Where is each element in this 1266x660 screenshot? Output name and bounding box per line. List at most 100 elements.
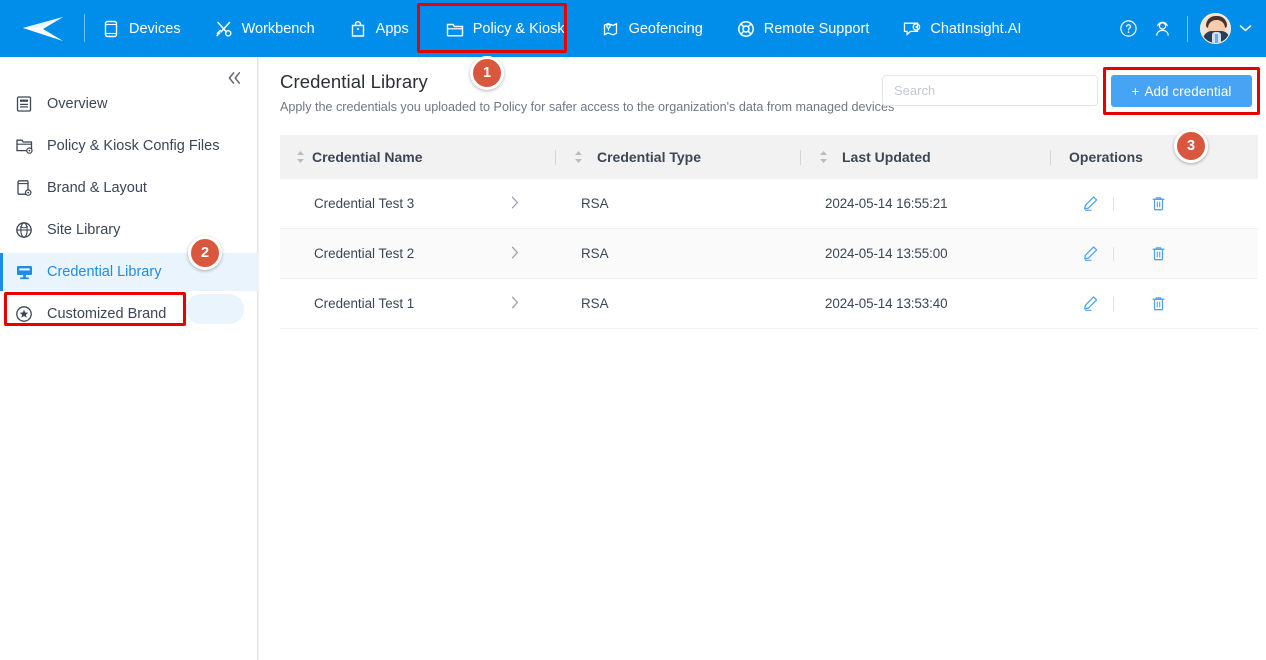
page-header: Credential Library Apply the credentials… [259, 57, 1266, 115]
trash-icon [1152, 197, 1164, 211]
table-row[interactable]: Credential Test 1 RSA 2024-05-14 13:53:4… [280, 279, 1258, 329]
search-box[interactable] [882, 75, 1098, 106]
pencil-icon [1083, 296, 1097, 311]
column-header-label: Credential Name [312, 149, 423, 165]
tools-icon [215, 20, 233, 38]
chat-target-icon [903, 20, 921, 38]
pencil-icon [1083, 196, 1097, 211]
nav-item-devices[interactable]: Devices [85, 0, 198, 57]
cell-operations [1050, 244, 1258, 264]
cell-credential-name: Credential Test 1 [280, 296, 555, 312]
add-credential-button[interactable]: + Add credential [1111, 75, 1252, 107]
delete-credential-button[interactable] [1148, 194, 1168, 214]
trash-icon [1152, 247, 1164, 261]
trash-icon [1152, 297, 1164, 311]
chevron-right-icon[interactable] [511, 296, 519, 312]
account-menu-button[interactable] [1239, 24, 1252, 33]
table-row[interactable]: Credential Test 2 RSA 2024-05-14 13:55:0… [280, 229, 1258, 279]
avatar[interactable] [1200, 13, 1231, 44]
folder-gear-icon [14, 136, 34, 156]
top-nav-right-actions [1111, 0, 1266, 57]
column-header-last-updated[interactable]: Last Updated [800, 135, 1050, 179]
sidebar-active-pill [186, 294, 244, 324]
delete-credential-button[interactable] [1148, 294, 1168, 314]
credential-name-text: Credential Test 2 [314, 246, 415, 261]
sort-icon[interactable] [574, 150, 583, 164]
cell-last-updated: 2024-05-14 13:55:00 [825, 246, 948, 261]
nav-item-label: Policy & Kiosk [472, 20, 565, 37]
add-credential-label: Add credential [1144, 83, 1232, 99]
headset-user-icon [1155, 21, 1169, 36]
page-body: Overview Policy & Kiosk Config Files Bra… [0, 57, 1266, 660]
phone-icon [102, 20, 120, 38]
operations-divider [1113, 296, 1114, 311]
header-divider [555, 149, 556, 165]
lifebuoy-icon [737, 20, 755, 38]
operations-divider [1113, 246, 1114, 261]
edit-credential-button[interactable] [1080, 244, 1100, 264]
page-title: Credential Library [280, 71, 428, 92]
credential-name-text: Credential Test 1 [314, 296, 415, 311]
device-gear-icon [14, 178, 34, 198]
edit-credential-button[interactable] [1080, 194, 1100, 214]
step-badge-1: 1 [470, 56, 504, 90]
top-navigation-bar: Devices Workbench Apps Policy & Kiosk Ge [0, 0, 1266, 57]
monitor-icon [14, 262, 34, 282]
chevron-right-icon[interactable] [511, 196, 519, 212]
search-input[interactable] [894, 83, 1086, 98]
column-header-credential-type[interactable]: Credential Type [555, 135, 800, 179]
sidebar-item-policy-kiosk-config-files[interactable]: Policy & Kiosk Config Files [0, 127, 258, 165]
sidebar-item-label: Brand & Layout [47, 180, 147, 196]
nav-item-label: Remote Support [763, 20, 870, 37]
sidebar-item-label: Site Library [47, 222, 121, 238]
sidebar-item-overview[interactable]: Overview [0, 85, 258, 123]
cell-operations [1050, 294, 1258, 314]
document-list-icon [14, 94, 34, 114]
header-divider [800, 149, 801, 165]
sort-icon[interactable] [819, 150, 828, 164]
bag-icon [349, 20, 367, 38]
sidebar-item-label: Credential Library [47, 264, 162, 280]
nav-item-workbench[interactable]: Workbench [198, 0, 332, 57]
table-header-row: Credential Name Credential Type Last Upd… [280, 135, 1258, 179]
delete-credential-button[interactable] [1148, 244, 1168, 264]
double-chevron-left-icon [228, 72, 240, 84]
nav-item-chatinsight-ai[interactable]: ChatInsight.AI [886, 0, 1038, 57]
top-nav-items: Devices Workbench Apps Policy & Kiosk Ge [85, 0, 1038, 57]
column-header-credential-name[interactable]: Credential Name [280, 135, 555, 179]
table-row[interactable]: Credential Test 3 RSA 2024-05-14 16:55:2… [280, 179, 1258, 229]
header-divider [1050, 149, 1051, 165]
column-header-operations: Operations [1050, 135, 1258, 179]
step-badge-2: 2 [188, 236, 222, 270]
cell-operations [1050, 194, 1258, 214]
sidebar-item-label: Overview [47, 96, 108, 112]
sidebar-item-label: Policy & Kiosk Config Files [47, 138, 220, 154]
nav-item-remote-support[interactable]: Remote Support [720, 0, 887, 57]
cell-credential-type: RSA [581, 196, 609, 211]
map-pin-icon [602, 20, 620, 38]
nav-item-label: Workbench [241, 20, 315, 37]
column-header-label: Last Updated [842, 149, 931, 165]
plus-icon: + [1131, 83, 1140, 99]
chevron-right-icon[interactable] [511, 246, 519, 262]
nav-item-apps[interactable]: Apps [332, 0, 426, 57]
credential-name-text: Credential Test 3 [314, 196, 415, 211]
cell-last-updated: 2024-05-14 16:55:21 [825, 196, 948, 211]
cell-credential-type: RSA [581, 296, 609, 311]
nav-item-geofencing[interactable]: Geofencing [585, 0, 720, 57]
sidebar-item-label: Customized Brand [47, 306, 167, 322]
edit-credential-button[interactable] [1080, 294, 1100, 314]
main-content: Credential Library Apply the credentials… [259, 57, 1266, 660]
cell-credential-type: RSA [581, 246, 609, 261]
nav-item-label: Apps [375, 20, 409, 37]
support-agent-button[interactable] [1145, 12, 1179, 46]
operations-divider [1113, 196, 1114, 211]
sidebar: Overview Policy & Kiosk Config Files Bra… [0, 57, 258, 660]
nav-item-policy-kiosk[interactable]: Policy & Kiosk [426, 0, 585, 57]
folder-icon [446, 20, 464, 38]
help-button[interactable] [1111, 12, 1145, 46]
step-badge-3: 3 [1174, 129, 1208, 163]
sort-icon[interactable] [296, 150, 305, 164]
app-logo[interactable] [0, 0, 85, 57]
sidebar-item-brand-layout[interactable]: Brand & Layout [0, 169, 258, 207]
